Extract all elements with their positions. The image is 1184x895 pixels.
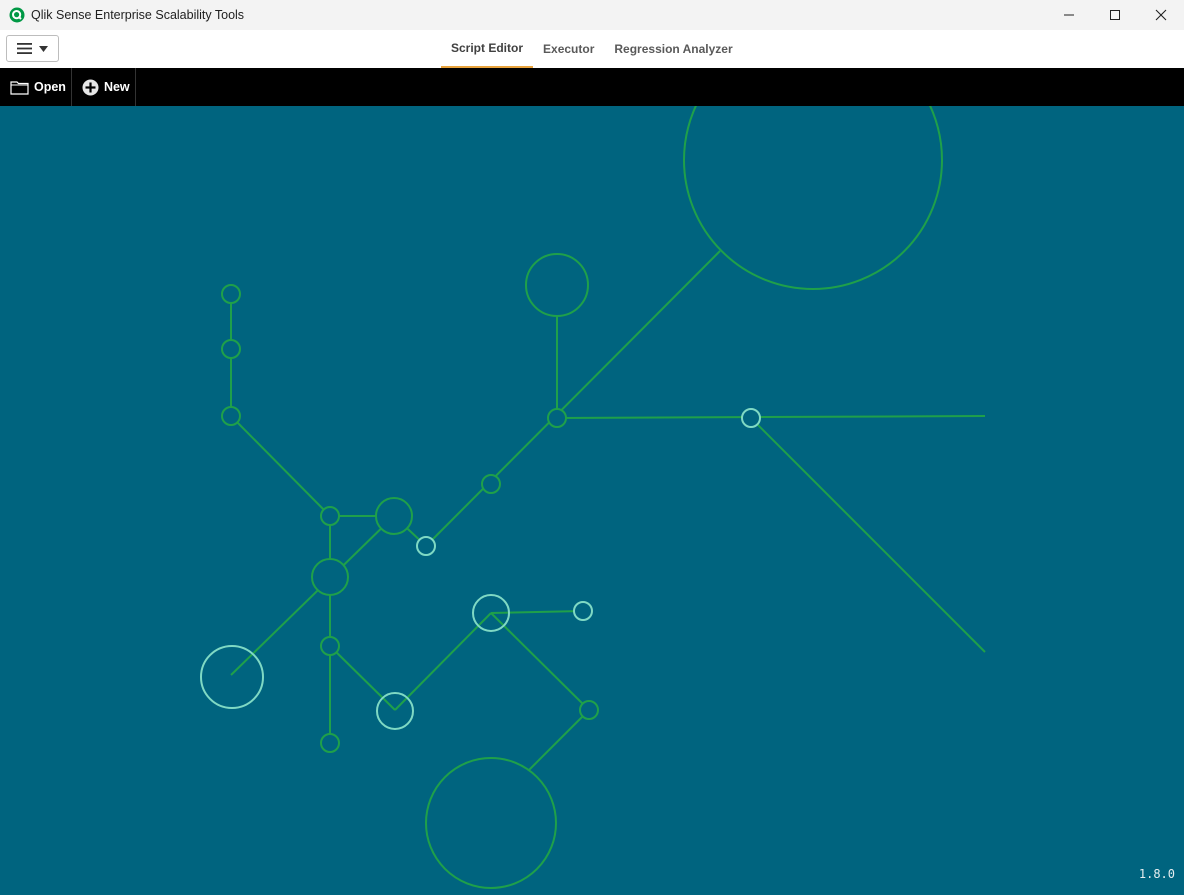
window-title: Qlik Sense Enterprise Scalability Tools	[31, 8, 245, 22]
window-controls	[1046, 0, 1184, 30]
open-label: Open	[34, 80, 66, 94]
chevron-down-icon	[39, 45, 48, 52]
plus-circle-icon	[82, 79, 99, 95]
network-graphic	[200, 30, 986, 889]
minimize-icon	[1064, 14, 1074, 16]
background-canvas: 1.8.0	[0, 30, 1184, 890]
open-button[interactable]: Open	[0, 68, 72, 106]
maximize-button[interactable]	[1092, 0, 1138, 30]
tab-regression-analyzer[interactable]: Regression Analyzer	[604, 30, 742, 68]
hamburger-menu-icon	[17, 43, 32, 54]
tab-script-editor[interactable]: Script Editor	[441, 30, 534, 68]
close-button[interactable]	[1138, 0, 1184, 30]
main-tabs: Script Editor Executor Regression Analyz…	[441, 30, 743, 68]
title-bar: Qlik Sense Enterprise Scalability Tools	[0, 0, 1184, 30]
version-label: 1.8.0	[1138, 867, 1175, 881]
new-label: New	[103, 80, 130, 94]
hamburger-menu-button[interactable]	[6, 35, 59, 62]
folder-icon	[10, 80, 29, 95]
new-button[interactable]: New	[72, 68, 136, 106]
nav-bar: Script Editor Executor Regression Analyz…	[0, 30, 1184, 68]
toolbar: Open New	[0, 68, 1184, 106]
minimize-button[interactable]	[1046, 0, 1092, 30]
close-icon	[1155, 9, 1167, 21]
tab-executor[interactable]: Executor	[533, 30, 604, 68]
qlik-q-icon	[9, 7, 25, 23]
maximize-icon	[1110, 10, 1120, 20]
